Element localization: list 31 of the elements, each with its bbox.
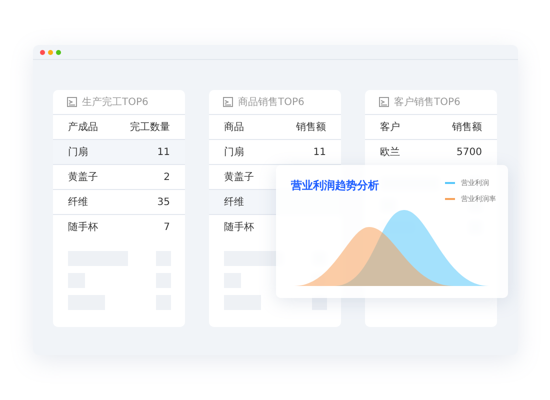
close-dot-icon[interactable] — [40, 50, 45, 54]
table-cell-text: 随手杯 — [224, 220, 254, 234]
chart-icon — [379, 97, 389, 107]
table-cell-text: 纤维 — [68, 196, 88, 209]
card-title: 生产完工TOP6 — [82, 96, 148, 109]
chart-icon — [67, 97, 77, 107]
chart-icon — [223, 97, 233, 107]
column-header: 销售额 — [452, 120, 482, 134]
table-cell: 7 — [164, 222, 170, 232]
table-cell-text: 黄盖子 — [68, 170, 98, 184]
table-cell: 35 — [157, 196, 170, 208]
column-header: 客户 — [380, 120, 400, 134]
table-cell-text: 黄盖子 — [224, 170, 254, 184]
column-header: 销售额 — [296, 120, 326, 134]
card-title: 商品销售TOP6 — [238, 96, 304, 109]
column-header: 完工数量 — [130, 120, 170, 134]
table-cell-text: 门扇 — [68, 146, 88, 159]
table-cell: 5700 — [456, 146, 482, 158]
table-cell-text: 欧兰 — [380, 146, 400, 159]
maximize-dot-icon[interactable] — [56, 50, 61, 54]
card-title: 客户销售TOP6 — [394, 96, 460, 109]
table-cell: 11 — [157, 146, 170, 158]
table-cell: 2 — [164, 172, 170, 182]
table-cell-text: 随手杯 — [68, 220, 98, 234]
table-cell-text: 门扇 — [224, 146, 244, 159]
column-header: 产成品 — [68, 120, 98, 134]
table-row[interactable]: 门扇 11 — [53, 140, 185, 165]
table-cell: 11 — [313, 146, 326, 158]
table-cell-text: 纤维 — [224, 196, 244, 209]
minimize-dot-icon[interactable] — [48, 50, 53, 54]
column-header: 商品 — [224, 120, 244, 134]
